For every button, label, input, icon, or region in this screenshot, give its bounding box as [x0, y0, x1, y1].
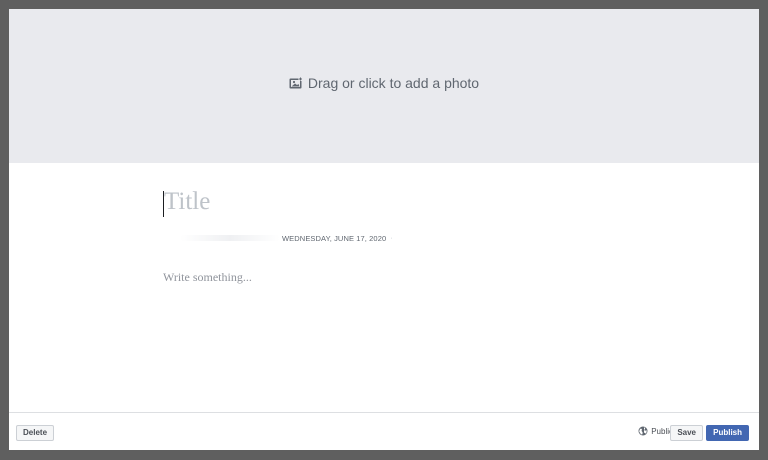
note-date: WEDNESDAY, JUNE 17, 2020: [282, 233, 387, 243]
add-photo-label: Drag or click to add a photo: [307, 75, 480, 91]
editor-footer: Delete Public Save Publish: [9, 412, 759, 450]
save-button[interactable]: Save: [670, 425, 703, 441]
title-input[interactable]: [164, 188, 604, 216]
publish-button[interactable]: Publish: [706, 425, 749, 441]
title-row: [162, 188, 622, 218]
body-input[interactable]: Write something...: [163, 270, 622, 285]
author-name-redacted: [180, 235, 280, 241]
body-row: Write something...: [162, 270, 622, 285]
delete-button[interactable]: Delete: [16, 425, 55, 441]
add-photo-dropzone[interactable]: Drag or click to add a photo: [9, 9, 759, 163]
note-meta: WEDNESDAY, JUNE 17, 2020 ·: [162, 232, 622, 244]
note-editor-window: Drag or click to add a photo WEDNESDAY, …: [9, 9, 759, 450]
photo-icon: [289, 77, 303, 89]
add-photo-prompt: Drag or click to add a photo: [289, 75, 479, 91]
globe-icon: [638, 426, 648, 436]
meta-separator: ·: [390, 234, 393, 242]
note-editor: WEDNESDAY, JUNE 17, 2020 · Write somethi…: [162, 163, 622, 285]
privacy-selector[interactable]: Public: [638, 426, 673, 436]
